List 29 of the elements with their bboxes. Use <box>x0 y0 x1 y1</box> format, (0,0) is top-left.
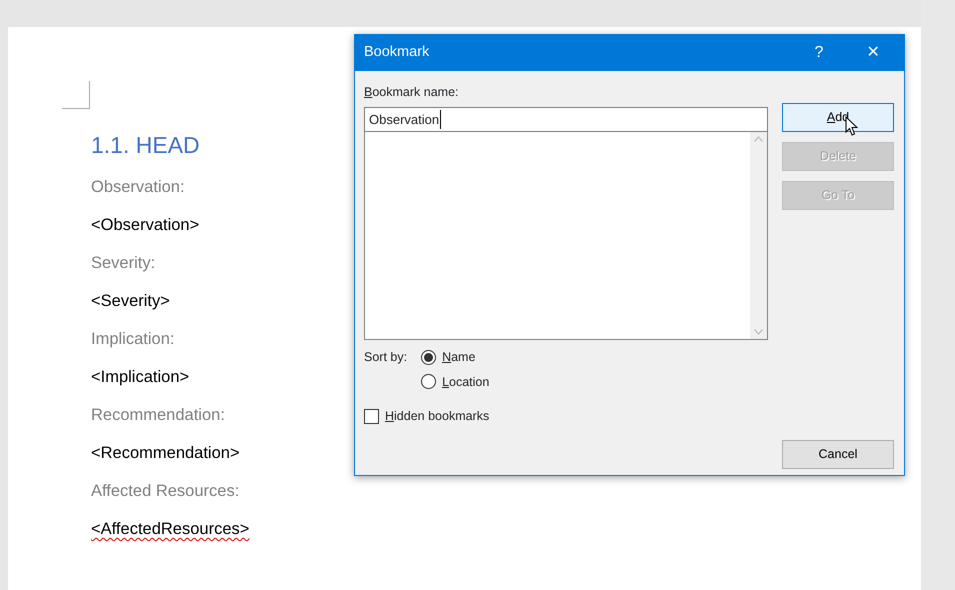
field-value: <Implication> <box>91 367 190 388</box>
field-label: Bookmark name: <box>364 84 460 101</box>
field-label: Implication: <box>91 329 174 350</box>
field-label: Recommendation: <box>91 405 225 426</box>
radio-label[interactable]: Location <box>442 372 490 392</box>
radio-button[interactable] <box>421 374 436 390</box>
field-value: <AffectedResources> <box>91 519 250 540</box>
close-button[interactable]: ✕ <box>850 41 896 65</box>
scroll-down-icon[interactable] <box>754 328 763 335</box>
scrollbar[interactable] <box>750 132 767 339</box>
field-label: Affected Resources: <box>91 481 240 502</box>
cancel-button[interactable]: Cancel <box>782 440 894 469</box>
bookmark-list[interactable] <box>364 132 768 340</box>
radio-button[interactable] <box>421 350 436 365</box>
checkbox-label[interactable]: Hidden bookmarks <box>385 407 490 426</box>
field-value: <Severity> <box>91 291 170 312</box>
field-value: <Observation> <box>91 215 200 236</box>
field-label: Severity: <box>91 253 156 274</box>
field-label: Observation: <box>91 177 185 198</box>
help-button[interactable]: ? <box>796 41 842 65</box>
radio-label[interactable]: Name <box>442 348 476 366</box>
sort-label: Sort by: <box>364 348 408 366</box>
input-field[interactable]: Observation <box>364 106 768 132</box>
checkbox[interactable] <box>364 409 379 424</box>
crop-mark <box>62 81 90 109</box>
scroll-up-icon[interactable] <box>754 136 763 142</box>
field-value: <Recommendation> <box>91 443 240 464</box>
window-title: Bookmark <box>364 43 430 62</box>
heading: 1.1. HEAD <box>91 131 200 160</box>
